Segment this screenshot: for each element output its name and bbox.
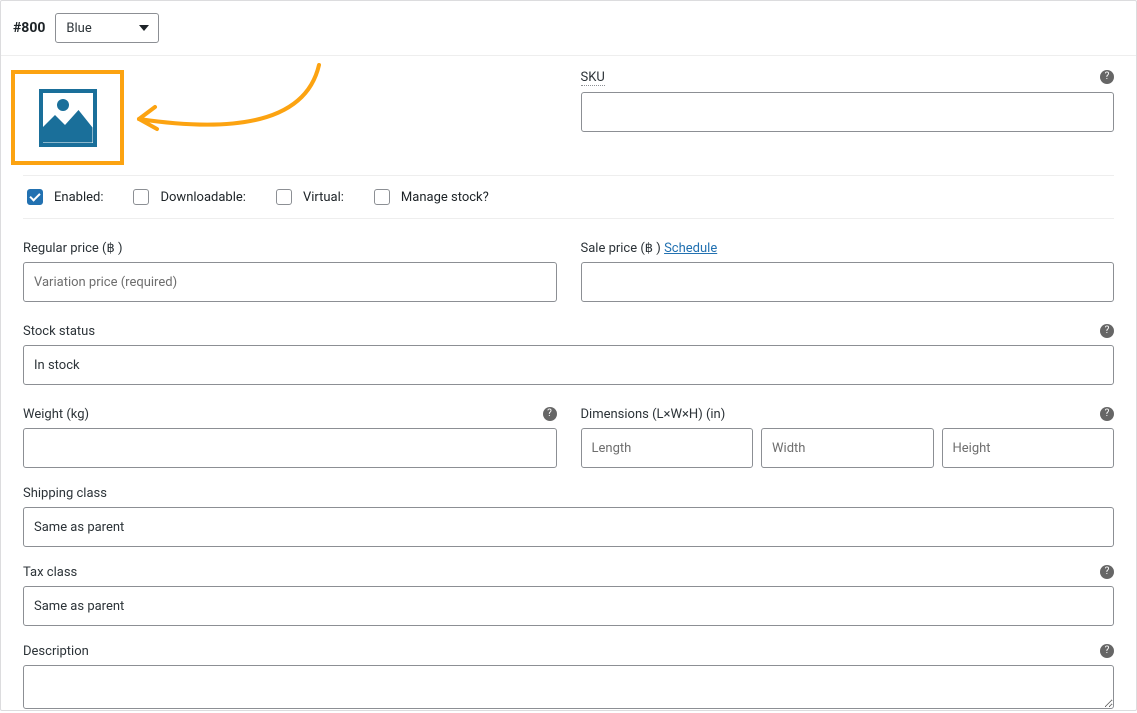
help-icon[interactable]: ? [543,407,557,421]
tax-class-select[interactable]: Same as parent [23,586,1114,626]
stock-status-select[interactable]: In stock [23,345,1114,385]
weight-label: Weight (kg) [23,407,557,422]
regular-price-input[interactable] [23,262,557,302]
annotation-arrow [111,63,331,193]
sale-price-label: Sale price (฿ ) Schedule [581,241,1115,256]
description-textarea[interactable] [23,665,1114,709]
downloadable-label: Downloadable: [129,186,245,208]
enabled-checkbox[interactable] [27,189,43,205]
shipping-class-select[interactable]: Same as parent [23,507,1114,547]
help-icon[interactable]: ? [1100,565,1114,579]
help-icon[interactable]: ? [1100,644,1114,658]
downloadable-checkbox[interactable] [133,189,149,205]
variation-image-placeholder[interactable] [11,70,124,165]
scrollbar[interactable] [1129,0,1135,713]
manage-stock-label: Manage stock? [370,186,489,208]
help-icon[interactable]: ? [1100,324,1114,338]
help-icon[interactable]: ? [1100,407,1114,421]
virtual-checkbox[interactable] [276,189,292,205]
manage-stock-checkbox[interactable] [374,189,390,205]
enabled-label: Enabled: [23,186,103,208]
virtual-label: Virtual: [272,186,344,208]
weight-input[interactable] [23,428,557,468]
schedule-link[interactable]: Schedule [664,241,717,256]
image-placeholder-icon [39,89,97,147]
variation-id: #800 [13,20,45,36]
tax-class-label: Tax class [23,565,1114,580]
options-row: Enabled: Downloadable: Virtual: Manage s… [23,175,1114,219]
width-input[interactable] [761,428,934,468]
sku-label: SKU [581,70,1115,86]
shipping-class-label: Shipping class [23,486,1114,501]
variation-attribute-select[interactable]: Blue [55,13,159,43]
sku-input[interactable] [581,92,1115,132]
variation-header: #800 Blue [1,1,1136,56]
sale-price-input[interactable] [581,262,1115,302]
regular-price-label: Regular price (฿ ) [23,241,557,256]
height-input[interactable] [942,428,1115,468]
description-label: Description [23,644,1114,659]
dimensions-label: Dimensions (L×W×H) (in) [581,407,1115,422]
length-input[interactable] [581,428,754,468]
stock-status-label: Stock status [23,324,1114,339]
help-icon[interactable]: ? [1100,70,1114,84]
